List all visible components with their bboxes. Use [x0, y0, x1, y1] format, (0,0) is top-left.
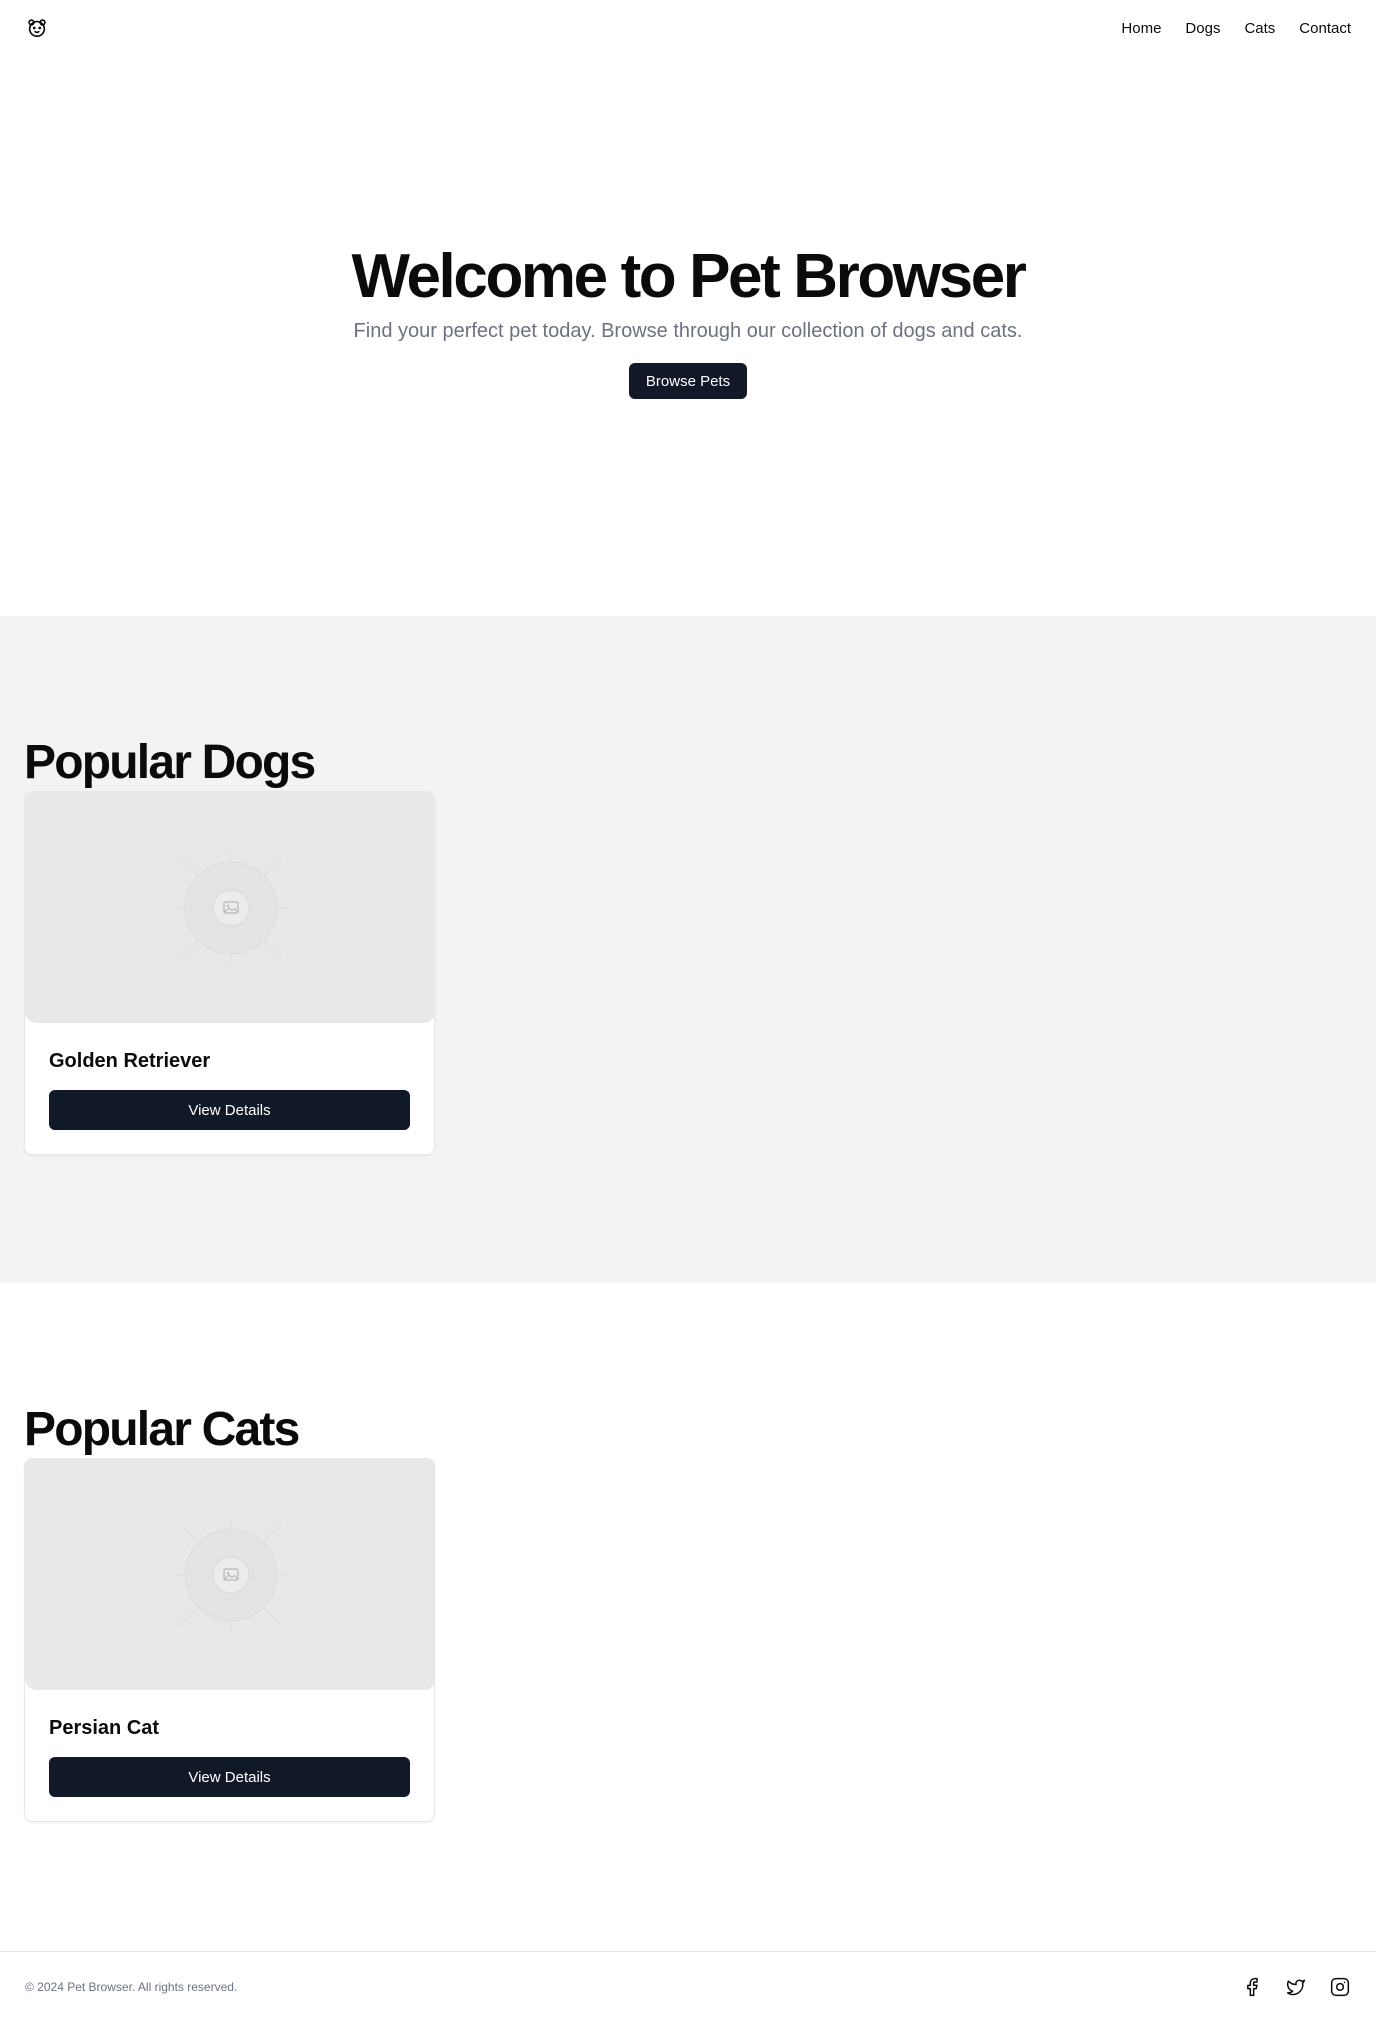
instagram-icon[interactable]	[1329, 1976, 1351, 1998]
section-title-cats: Popular Cats	[24, 1403, 300, 1456]
site-footer: © 2024 Pet Browser. All rights reserved.	[0, 1951, 1376, 2021]
nav-link-cats[interactable]: Cats	[1244, 20, 1275, 37]
page: Home Dogs Cats Contact Welcome to Pet Br…	[0, 0, 1376, 2021]
nav-link-dogs[interactable]: Dogs	[1185, 20, 1220, 37]
site-header: Home Dogs Cats Contact	[0, 0, 1376, 56]
nav-link-contact[interactable]: Contact	[1299, 20, 1351, 37]
pet-card-title: Persian Cat	[49, 1717, 160, 1739]
social-links	[1241, 1976, 1351, 1998]
twitter-icon[interactable]	[1285, 1976, 1307, 1998]
view-details-button[interactable]: View Details	[49, 1757, 410, 1797]
nav-link-home[interactable]: Home	[1121, 20, 1161, 37]
pet-image-placeholder[interactable]	[25, 792, 434, 1023]
main-nav: Home Dogs Cats Contact	[1121, 20, 1351, 37]
image-placeholder-icon	[175, 852, 286, 963]
copyright-text: © 2024 Pet Browser. All rights reserved.	[25, 1979, 238, 1994]
pet-image-placeholder[interactable]	[25, 1459, 434, 1690]
pet-card-persian-cat: Persian Cat View Details	[24, 1458, 435, 1822]
popular-dogs-section: Popular Dogs Golden Retriever View Detai…	[0, 616, 1376, 1283]
browse-pets-button[interactable]: Browse Pets	[628, 363, 748, 400]
image-placeholder-icon	[175, 1519, 286, 1630]
pet-card-title: Golden Retriever	[49, 1050, 211, 1072]
hero-title: Welcome to Pet Browser	[351, 242, 1026, 311]
hero-section: Welcome to Pet Browser Find your perfect…	[0, 56, 1376, 616]
facebook-icon[interactable]	[1241, 1976, 1263, 1998]
popular-cats-section: Popular Cats Persian Cat View Details	[0, 1283, 1376, 1951]
hero-subtitle: Find your perfect pet today. Browse thro…	[353, 320, 1023, 343]
pet-card-golden-retriever: Golden Retriever View Details	[24, 791, 435, 1155]
section-title-dogs: Popular Dogs	[24, 736, 316, 789]
bear-face-icon[interactable]	[25, 16, 49, 40]
view-details-button[interactable]: View Details	[49, 1090, 410, 1130]
